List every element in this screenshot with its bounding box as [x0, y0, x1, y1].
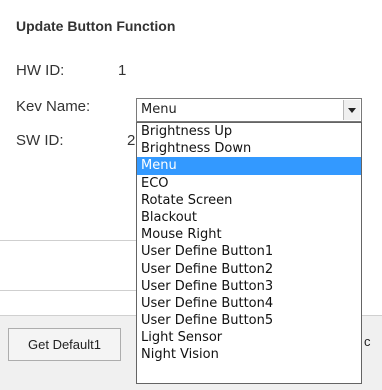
update-button-dialog: Update Button Function HW ID: 1 Kev Name…: [0, 0, 382, 390]
dropdown-option[interactable]: User Define Button3: [137, 278, 361, 295]
key-name-combobox[interactable]: Menu: [136, 98, 362, 122]
sw-id-value: 2: [127, 132, 136, 149]
dropdown-option[interactable]: Light Sensor: [137, 329, 361, 346]
dropdown-option[interactable]: ECO: [137, 175, 361, 192]
dropdown-option[interactable]: Mouse Right: [137, 226, 361, 243]
hw-id-value: 1: [118, 62, 127, 79]
chevron-down-icon[interactable]: [343, 100, 360, 120]
separator-line: [0, 290, 136, 291]
hw-id-label: HW ID:: [16, 62, 65, 79]
separator-line: [0, 240, 136, 241]
dropdown-option[interactable]: User Define Button4: [137, 295, 361, 312]
partial-button-label: c: [364, 334, 371, 349]
key-name-label: Kev Name:: [16, 98, 91, 115]
key-name-dropdown-list[interactable]: Brightness Up Brightness Down Menu ECO Rotat…: [136, 122, 362, 384]
dropdown-option[interactable]: Night Vision: [137, 346, 361, 363]
dropdown-option[interactable]: Brightness Up: [137, 123, 361, 140]
get-default-button[interactable]: Get Default1: [8, 328, 121, 361]
dropdown-option[interactable]: Rotate Screen: [137, 192, 361, 209]
dropdown-option[interactable]: Menu: [137, 157, 361, 175]
dropdown-option[interactable]: User Define Button5: [137, 312, 361, 329]
key-name-selected-value: Menu: [141, 102, 177, 117]
dropdown-option[interactable]: User Define Button1: [137, 243, 361, 260]
sw-id-label: SW ID:: [16, 132, 64, 149]
dropdown-option[interactable]: Blackout: [137, 209, 361, 226]
dropdown-option[interactable]: User Define Button2: [137, 261, 361, 278]
dropdown-option[interactable]: Brightness Down: [137, 140, 361, 157]
dialog-title: Update Button Function: [16, 18, 176, 34]
